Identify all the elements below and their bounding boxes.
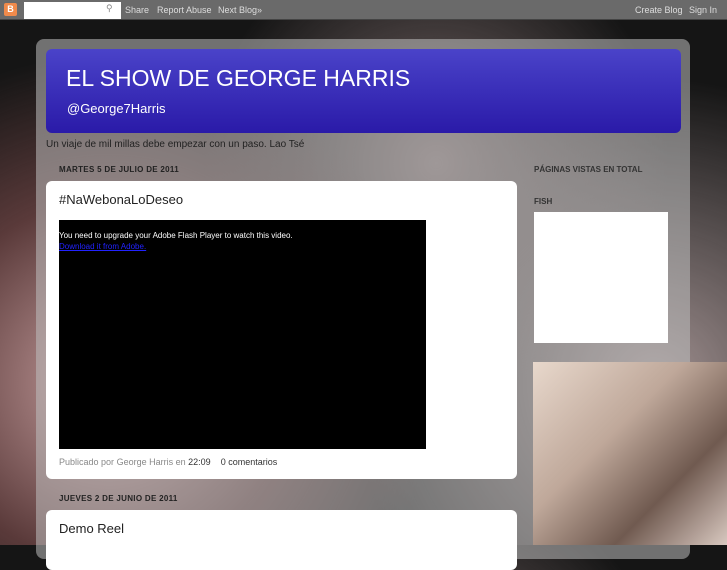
create-blog-link[interactable]: Create Blog [635, 5, 683, 15]
post-date: JUEVES 2 DE JUNIO DE 2011 [59, 494, 178, 503]
blog-subtitle: @George7Harris [67, 101, 166, 116]
share-link[interactable]: Share [125, 5, 149, 15]
blog-header: EL SHOW DE GEORGE HARRIS @George7Harris [46, 49, 681, 133]
post-date: MARTES 5 DE JULIO DE 2011 [59, 165, 179, 174]
pageviews-heading: PÁGINAS VISTAS EN TOTAL [534, 165, 643, 174]
blog-title[interactable]: EL SHOW DE GEORGE HARRIS [66, 65, 410, 92]
post: Demo Reel [46, 510, 517, 570]
next-blog-link[interactable]: Next Blog» [218, 5, 262, 15]
download-flash-link[interactable]: Download it from Adobe. [59, 242, 146, 251]
report-abuse-link[interactable]: Report Abuse [157, 5, 212, 15]
post-title[interactable]: #NaWebonaLoDeseo [59, 192, 183, 207]
flash-video[interactable]: You need to upgrade your Adobe Flash Pla… [59, 220, 426, 449]
posted-by-label: Publicado por [59, 457, 115, 467]
post-time[interactable]: 22:09 [188, 457, 211, 467]
post-footer: Publicado por George Harris en 22:09 0 c… [59, 457, 277, 467]
sign-in-link[interactable]: Sign In [689, 5, 717, 15]
blogger-navbar: B ⚲ Share Report Abuse Next Blog» Create… [0, 0, 727, 20]
comments-link[interactable]: 0 comentarios [221, 457, 278, 467]
post-title[interactable]: Demo Reel [59, 521, 124, 536]
singer-photo [533, 362, 727, 545]
search-icon[interactable]: ⚲ [106, 3, 113, 14]
blogger-logo-icon[interactable]: B [4, 3, 17, 16]
post: #NaWebonaLoDeseo You need to upgrade you… [46, 181, 517, 479]
fish-heading: FISH [534, 197, 553, 206]
post-author[interactable]: George Harris [117, 457, 174, 467]
flash-message: You need to upgrade your Adobe Flash Pla… [59, 231, 293, 240]
fish-widget[interactable] [534, 212, 668, 343]
blog-description: Un viaje de mil millas debe empezar con … [46, 139, 305, 150]
at-label: en [175, 457, 186, 467]
